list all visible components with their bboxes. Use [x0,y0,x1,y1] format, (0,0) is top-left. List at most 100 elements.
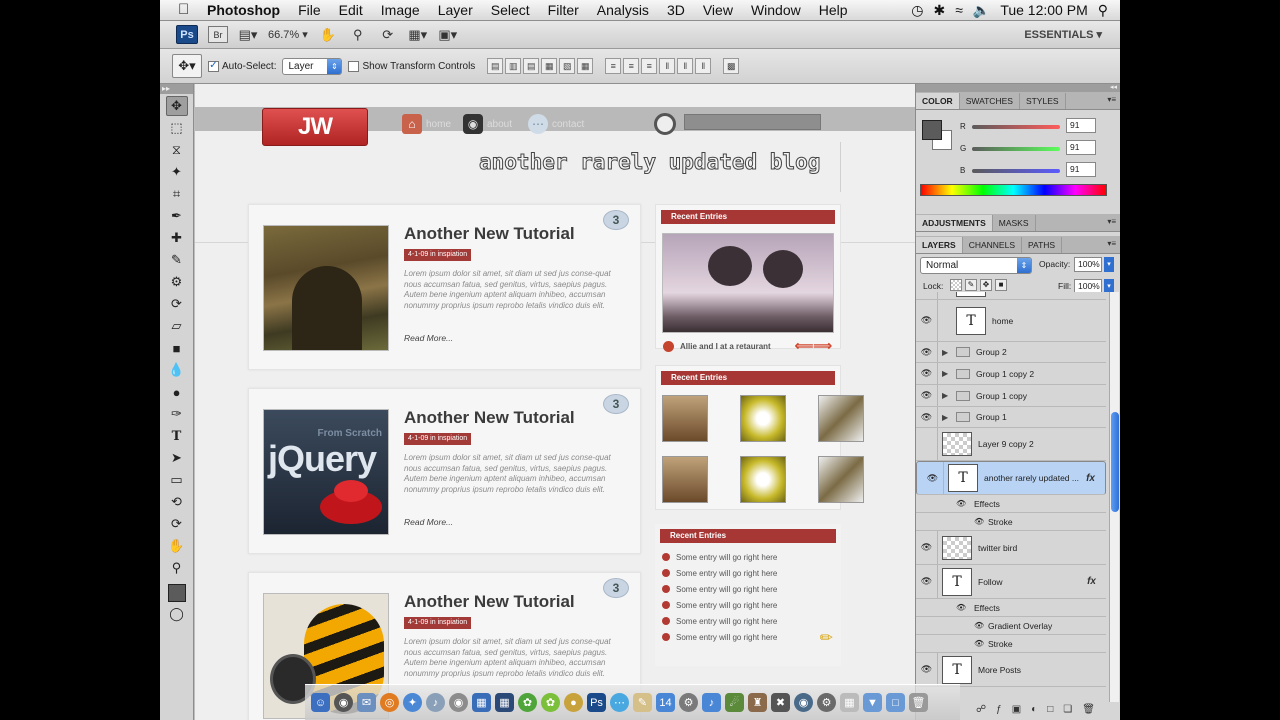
clock[interactable]: Tue 12:00 PM [1000,2,1087,18]
visibility-eye-icon[interactable]: 👁 [916,300,938,341]
trash-icon[interactable]: 🗑 [909,693,928,712]
firefox-icon[interactable]: ◎ [380,693,399,712]
clone-stamp-icon[interactable]: ⚙ [166,272,188,292]
wifi-icon[interactable]: ≈ [955,2,963,18]
crop-tool-icon[interactable]: ⌗ [166,184,188,204]
menu-help[interactable]: Help [810,2,857,18]
pen-tool-icon[interactable]: ✑ [166,404,188,424]
green-value-field[interactable]: 91 [1066,140,1096,155]
layer-effects-row[interactable]: 👁 Effects [916,599,1106,617]
delete-layer-icon[interactable]: 🗑 [1082,704,1095,715]
visibility-eye-icon[interactable]: 👁 [916,363,938,384]
cyberduck-icon[interactable]: ✿ [541,693,560,712]
photoshop-dock-icon[interactable]: Ps [587,693,606,712]
lock-all-icon[interactable]: ■ [995,279,1007,291]
ical-icon[interactable]: 14 [656,693,675,712]
3d-orbit-icon[interactable]: ⟳ [166,514,188,534]
visibility-eye-icon[interactable]: 👁 [916,407,938,427]
align-top-icon[interactable]: ▤ [487,58,504,74]
layer-row-blogtitle[interactable]: 👁 T another rarely updated ... fx [916,461,1106,495]
distribute-left-icon[interactable]: ‖ [659,58,676,74]
notes-icon[interactable]: ✎ [633,693,652,712]
menu-3d[interactable]: 3D [658,2,694,18]
blur-tool-icon[interactable]: 💧 [166,360,188,380]
disclosure-triangle-icon[interactable]: ▶ [942,391,952,400]
safari-icon[interactable]: ✦ [403,693,422,712]
brush-tool-icon[interactable]: ✎ [166,250,188,270]
downloads-folder-icon[interactable]: ▼ [863,693,882,712]
align-left-icon[interactable]: ▦ [541,58,558,74]
visibility-eye-icon[interactable]: 👁 [974,621,984,630]
dodge-tool-icon[interactable]: ● [166,382,188,402]
blend-mode-dropdown[interactable]: Normal ⇕ [920,257,1032,274]
visibility-eye-icon[interactable]: 👁 [956,499,966,508]
menu-file[interactable]: File [289,2,330,18]
app-icon[interactable]: ⚙ [817,693,836,712]
hand-icon[interactable]: ✋ [318,26,338,44]
visibility-eye-icon[interactable]: 👁 [956,603,966,612]
app-icon[interactable]: ✖ [771,693,790,712]
visibility-eye-icon[interactable]: 👁 [916,565,938,598]
tab-styles[interactable]: STYLES [1020,93,1066,109]
app-store-icon[interactable]: ▦ [472,693,491,712]
auto-select-dropdown[interactable]: Layer ⇕ [282,57,343,75]
time-machine-icon[interactable]: ◷ [911,2,923,19]
menu-window[interactable]: Window [742,2,810,18]
layer-effect-stroke[interactable]: 👁 Stroke [916,635,1106,653]
distribute-top-icon[interactable]: ≡ [605,58,622,74]
itunes-icon[interactable]: ♪ [426,693,445,712]
align-bottom-icon[interactable]: ▤ [523,58,540,74]
menu-filter[interactable]: Filter [539,2,588,18]
panel-menu-icon[interactable]: ▾≡ [1107,239,1116,248]
menu-app-name[interactable]: Photoshop [204,2,289,18]
layer-effect-gradient[interactable]: 👁 Gradient Overlay [916,617,1106,635]
tab-channels[interactable]: CHANNELS [963,237,1022,253]
layer-row-group1copy2[interactable]: 👁 ▶ Group 1 copy 2 [916,363,1106,385]
3d-rotate-icon[interactable]: ⟲ [166,492,188,512]
iphoto-icon[interactable]: ◉ [449,693,468,712]
eyedropper-icon[interactable]: ✒ [166,206,188,226]
healing-brush-icon[interactable]: ✚ [166,228,188,248]
layer-row-twitter[interactable]: 👁 twitter bird [916,531,1106,565]
system-prefs-icon[interactable]: ⚙ [679,693,698,712]
align-vcenter-icon[interactable]: ▥ [505,58,522,74]
type-tool-icon[interactable]: T [166,426,188,446]
app-icon[interactable]: ♜ [748,693,767,712]
green-slider[interactable] [972,147,1060,151]
spotlight-icon[interactable]: ⚲ [1098,2,1108,19]
visibility-eye-icon[interactable]: 👁 [916,531,938,564]
screen-mode-icon[interactable]: ▣▾ [438,26,458,44]
align-right-icon[interactable]: ▦ [577,58,594,74]
menu-analysis[interactable]: Analysis [588,2,658,18]
scrollbar-thumb[interactable] [1111,412,1119,512]
disclosure-triangle-icon[interactable]: ▶ [942,348,952,357]
fx-icon[interactable]: fx [1086,473,1095,484]
layer-row-partial[interactable] [916,292,1106,300]
visibility-eye-icon[interactable]: 👁 [916,653,938,686]
menu-select[interactable]: Select [482,2,539,18]
add-mask-icon[interactable]: ▣ [1012,704,1021,715]
color-spectrum-bar[interactable] [920,184,1107,196]
layer-effects-row[interactable]: 👁 Effects [916,495,1106,513]
layer-row-layer9copy2[interactable]: Layer 9 copy 2 [916,428,1106,461]
menu-layer[interactable]: Layer [429,2,482,18]
visibility-eye-icon[interactable] [916,292,938,299]
link-layers-icon[interactable]: ☍ [976,704,986,715]
app-icon[interactable]: ☄ [725,693,744,712]
distribute-bottom-icon[interactable]: ≡ [641,58,658,74]
visibility-eye-icon[interactable]: 👁 [974,517,984,526]
visibility-eye-hidden-icon[interactable] [916,428,938,460]
layer-effect-stroke[interactable]: 👁 Stroke [916,513,1106,531]
history-brush-icon[interactable]: ⟳ [166,294,188,314]
lasso-tool-icon[interactable]: ⧖ [166,140,188,160]
auto-select-checkbox[interactable]: ✓ Auto-Select: [208,60,276,72]
disclosure-triangle-icon[interactable]: ▶ [942,369,952,378]
view-extras-icon[interactable]: ▤▾ [238,26,258,44]
adjustment-layer-icon[interactable]: ◐ [1031,704,1037,715]
tab-adjustments[interactable]: ADJUSTMENTS [916,215,993,231]
panel-menu-icon[interactable]: ▾≡ [1107,95,1116,104]
layer-row-group2[interactable]: 👁 ▶ Group 2 [916,342,1106,363]
gradient-tool-icon[interactable]: ■ [166,338,188,358]
move-tool-icon[interactable]: ✥ [165,96,188,116]
finder-icon[interactable]: ☺ [311,693,330,712]
